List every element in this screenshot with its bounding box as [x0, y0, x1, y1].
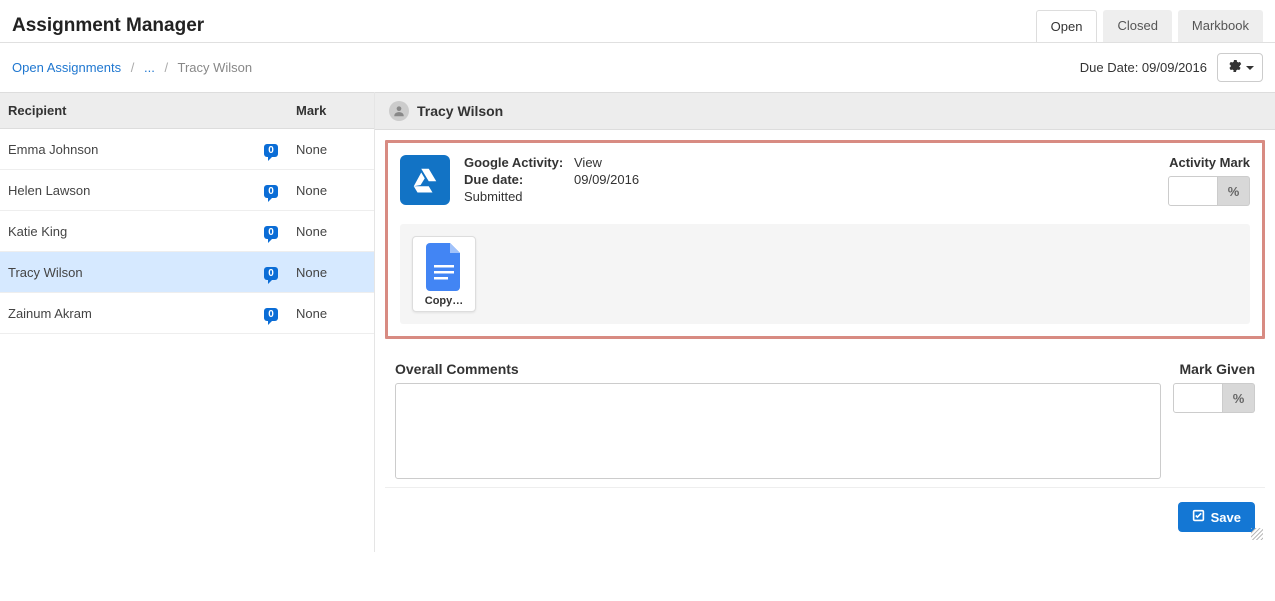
recipient-row[interactable]: Zainum Akram 0 None: [0, 293, 374, 334]
recipient-row[interactable]: Emma Johnson 0 None: [0, 129, 374, 170]
avatar-icon: [389, 101, 409, 121]
recipient-row[interactable]: Katie King 0 None: [0, 211, 374, 252]
comment-count-badge[interactable]: 0: [264, 308, 278, 321]
recipient-list: Recipient Mark Emma Johnson0NoneHelen La…: [0, 92, 375, 552]
comment-count-badge[interactable]: 0: [264, 185, 278, 198]
view-tabs: Open Closed Markbook: [1036, 10, 1263, 42]
col-recipient: Recipient: [8, 103, 246, 118]
due-label: Due date:: [464, 172, 574, 187]
overall-comments-input[interactable]: [395, 383, 1161, 479]
mark-given-input[interactable]: [1173, 383, 1223, 413]
submitted-label: Submitted: [464, 189, 523, 204]
tab-closed[interactable]: Closed: [1103, 10, 1171, 42]
recipient-row[interactable]: Helen Lawson 0 None: [0, 170, 374, 211]
recipient-name: Tracy Wilson: [8, 265, 246, 280]
tab-markbook[interactable]: Markbook: [1178, 10, 1263, 42]
percent-addon: %: [1218, 176, 1250, 206]
breadcrumb: Open Assignments / ... / Tracy Wilson: [12, 60, 252, 75]
activity-highlight: Google Activity:View Due date:09/09/2016…: [385, 140, 1265, 339]
tab-open[interactable]: Open: [1036, 10, 1098, 42]
due-date-text: Due Date: 09/09/2016: [1080, 60, 1207, 75]
recipient-mark: None: [296, 142, 366, 157]
save-check-icon: [1192, 509, 1205, 525]
file-name: Copy…: [417, 295, 471, 307]
mark-given-label: Mark Given: [1180, 361, 1255, 377]
recipient-name: Zainum Akram: [8, 306, 246, 321]
recipient-mark: None: [296, 224, 366, 239]
resize-grip-icon[interactable]: [1251, 528, 1263, 540]
page-title: Assignment Manager: [12, 15, 204, 37]
recipient-mark: None: [296, 306, 366, 321]
gear-icon: [1226, 58, 1242, 77]
comment-count-badge[interactable]: 0: [264, 226, 278, 239]
save-button[interactable]: Save: [1178, 502, 1255, 532]
activity-label: Google Activity:: [464, 155, 574, 170]
recipient-name: Helen Lawson: [8, 183, 246, 198]
comment-count-badge[interactable]: 0: [264, 267, 278, 280]
col-mark: Mark: [296, 103, 366, 118]
recipient-name: Emma Johnson: [8, 142, 246, 157]
recipient-row[interactable]: Tracy Wilson 0 None: [0, 252, 374, 293]
comment-count-badge[interactable]: 0: [264, 144, 278, 157]
overall-comments-label: Overall Comments: [395, 361, 519, 377]
recipient-name: Katie King: [8, 224, 246, 239]
breadcrumb-root[interactable]: Open Assignments: [12, 60, 121, 75]
student-name: Tracy Wilson: [417, 103, 503, 119]
settings-button[interactable]: [1217, 53, 1263, 82]
due-value: 09/09/2016: [574, 172, 639, 187]
activity-mark-label: Activity Mark: [1168, 155, 1250, 170]
activity-value[interactable]: View: [574, 155, 602, 170]
caret-down-icon: [1246, 66, 1254, 70]
file-attachment[interactable]: Copy…: [412, 236, 476, 312]
breadcrumb-mid[interactable]: ...: [144, 60, 155, 75]
google-doc-icon: [424, 243, 464, 291]
recipient-mark: None: [296, 183, 366, 198]
google-drive-icon: [400, 155, 450, 205]
activity-mark-input[interactable]: [1168, 176, 1218, 206]
breadcrumb-current: Tracy Wilson: [177, 60, 252, 75]
recipient-mark: None: [296, 265, 366, 280]
percent-addon-given: %: [1223, 383, 1255, 413]
